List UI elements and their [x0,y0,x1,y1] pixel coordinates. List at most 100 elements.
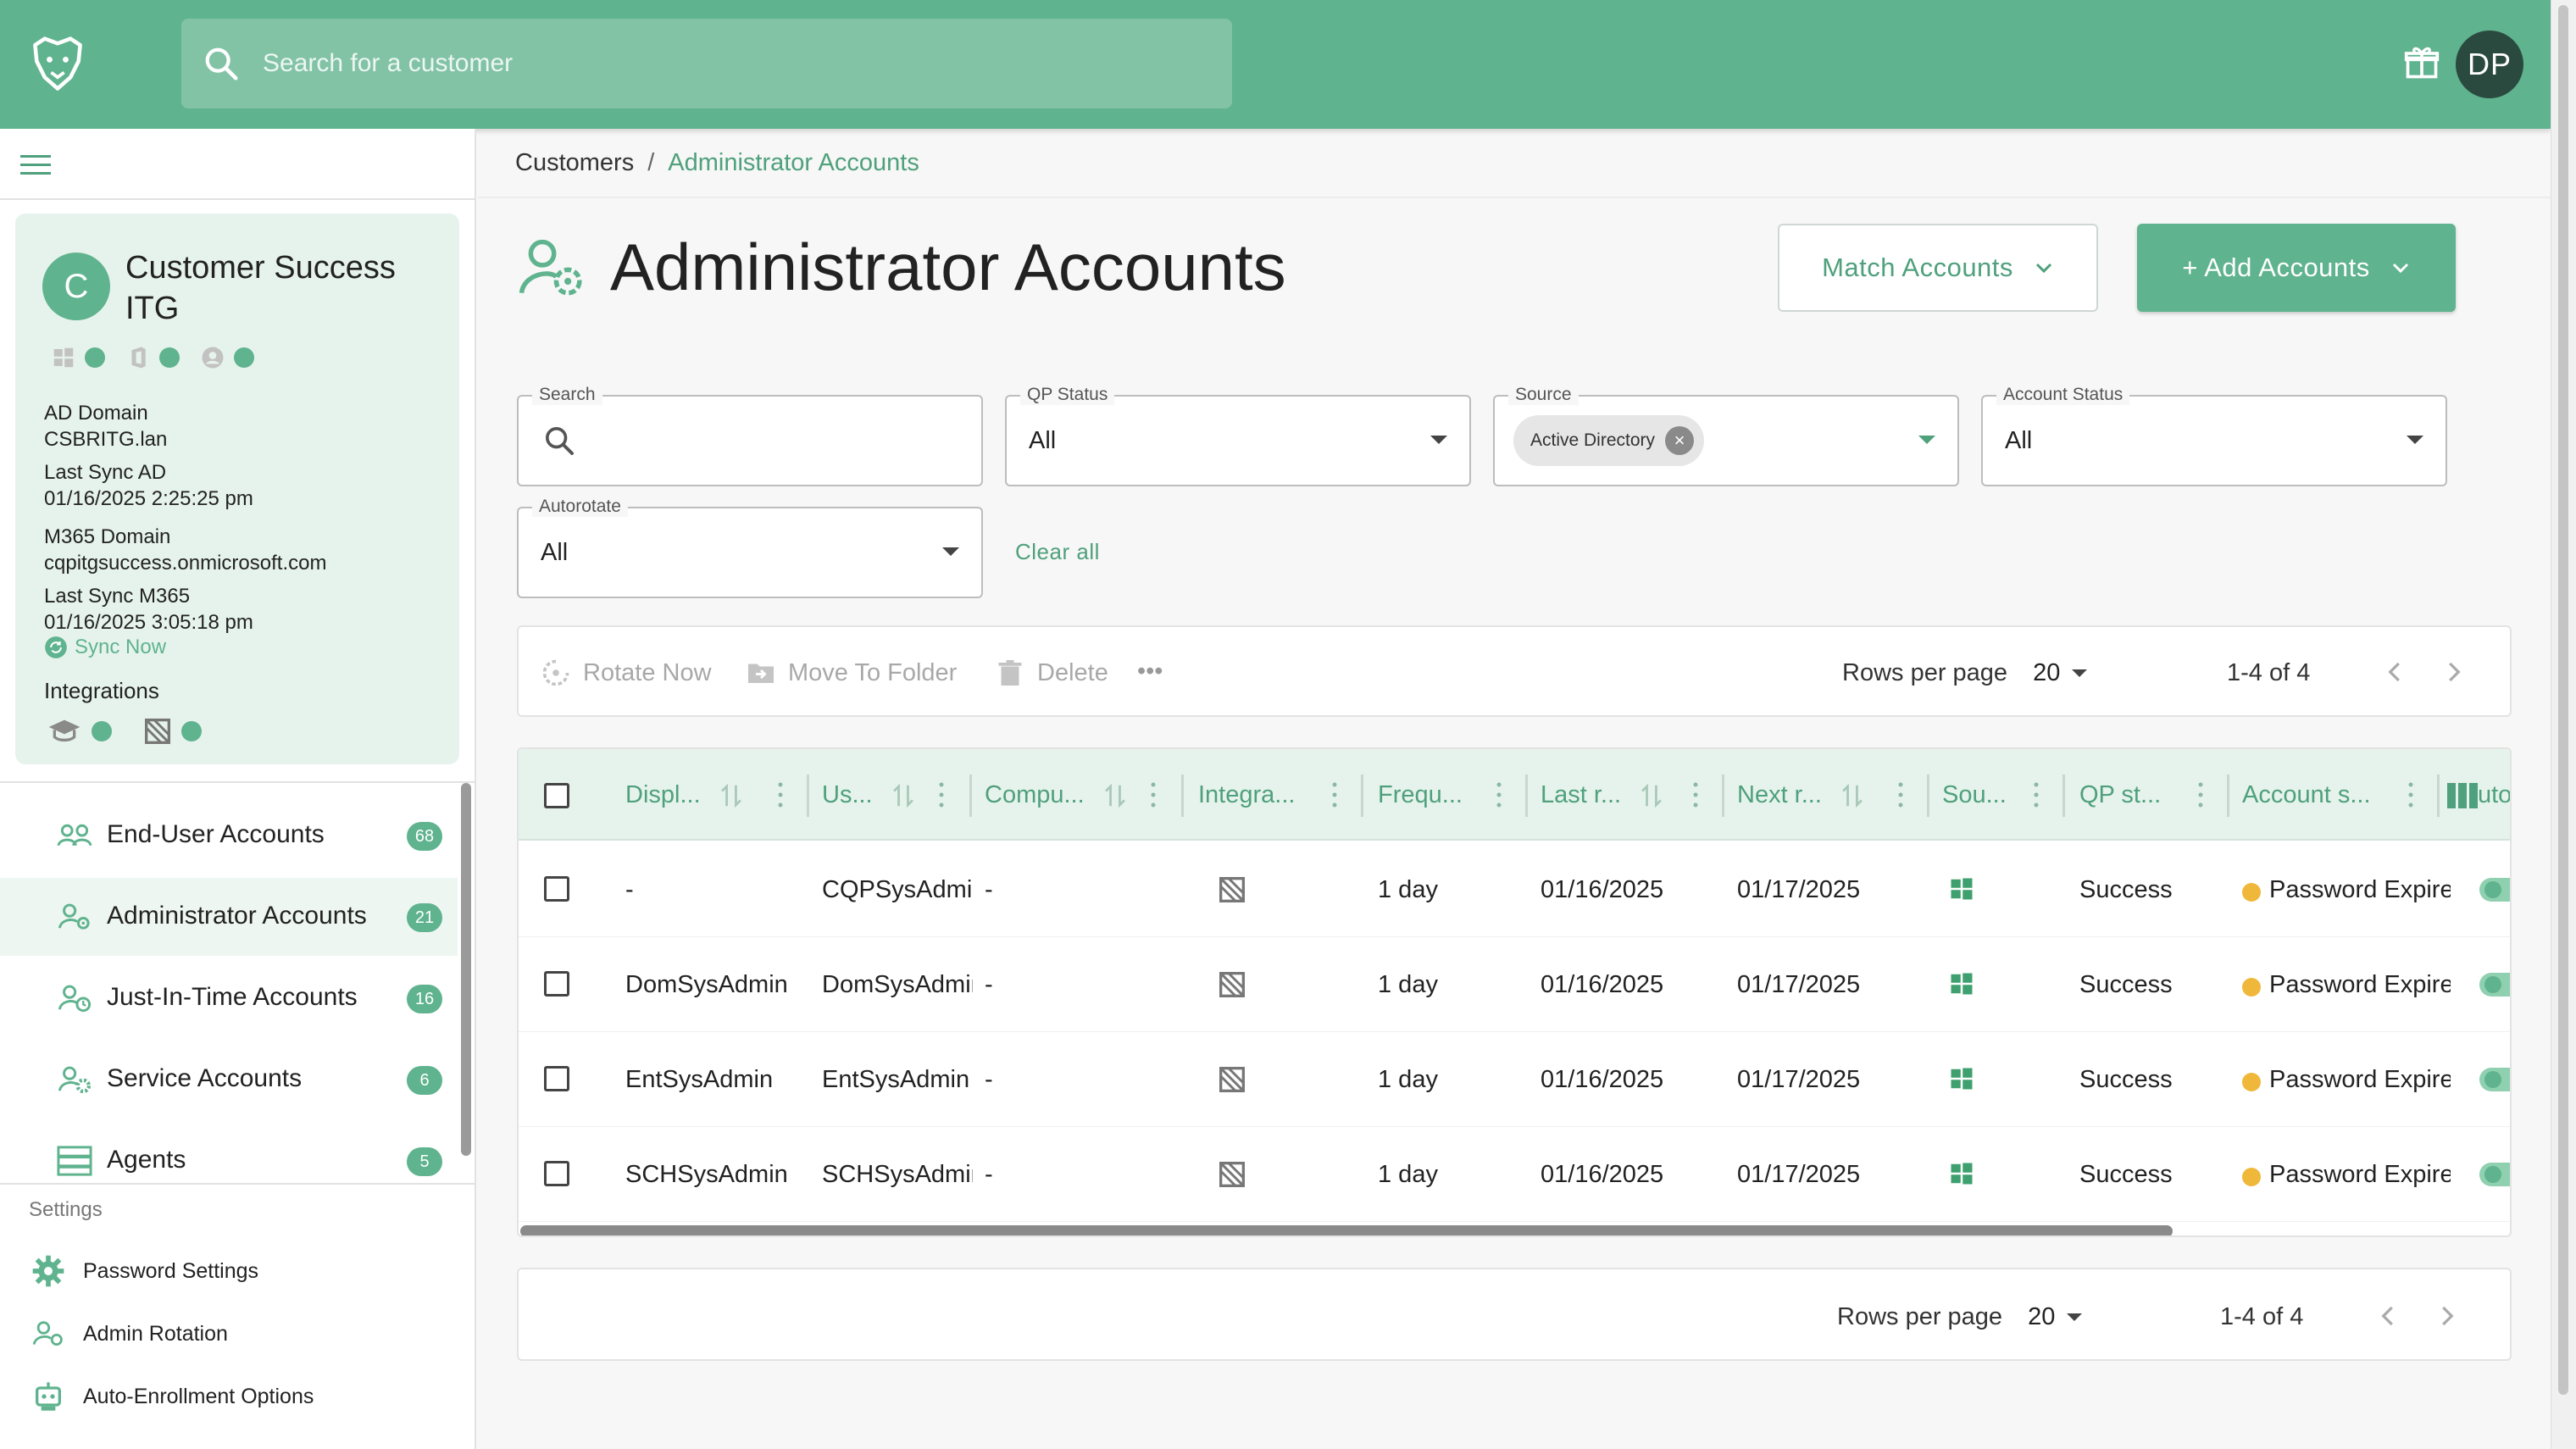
column-resize-handle[interactable] [1722,774,1724,817]
chip-remove-icon[interactable]: × [1665,426,1695,455]
settings-item-auto-enrollment-options[interactable]: Auto-Enrollment Options [0,1364,475,1427]
sync-now-button[interactable]: Sync Now [44,636,166,659]
search-field[interactable]: Search [517,385,983,486]
table-row[interactable]: EntSysAdmin EntSysAdmin - 1 day 01/16/20… [519,1032,2510,1127]
customer-name: Customer Success ITG [125,250,396,326]
row-checkbox[interactable] [544,876,569,902]
leopard-logo-icon[interactable] [25,32,90,97]
column-resize-handle[interactable] [1927,774,1929,817]
delete-button[interactable]: Delete [995,658,1108,688]
qp-status-select[interactable]: QP Status All [1005,385,1471,486]
column-menu-icon[interactable] [1496,780,1502,810]
column-menu-icon[interactable] [1693,780,1698,810]
nav-item-end-user-accounts[interactable]: End-User Accounts 68 [0,797,458,874]
page-scrollbar-thumb[interactable] [2558,5,2568,1395]
column-header-frequency[interactable]: Frequ... [1378,781,1463,809]
nav-item-administrator-accounts[interactable]: Administrator Accounts 21 [0,878,458,956]
divider [0,198,475,200]
autorotate-toggle[interactable] [2479,1068,2510,1091]
row-checkbox[interactable] [544,971,569,997]
source-select[interactable]: Source Active Directory × [1493,385,1959,486]
column-menu-icon[interactable] [1332,780,1337,810]
move-to-folder-button[interactable]: Move To Folder [746,658,957,688]
nav-item-agents[interactable]: Agents 5 [0,1122,458,1200]
more-actions-button[interactable]: ••• [1137,658,1163,686]
table-horizontal-scrollbar[interactable] [520,1225,2173,1235]
column-resize-handle[interactable] [1361,774,1363,817]
autorotate-select[interactable]: Autorotate All [517,497,983,598]
cell-computer: - [985,1066,993,1093]
add-accounts-button[interactable]: + Add Accounts [2137,224,2456,312]
column-resize-handle[interactable] [1181,774,1184,817]
column-menu-icon[interactable] [2408,780,2413,810]
column-header-account-status[interactable]: Account s... [2242,781,2371,809]
user-avatar[interactable]: DP [2456,31,2523,98]
sort-icon[interactable] [1840,783,1864,808]
autorotate-toggle[interactable] [2479,1163,2510,1186]
select-all-checkbox[interactable] [544,783,569,808]
column-resize-handle[interactable] [1525,774,1528,817]
column-header-next-rotation[interactable]: Next r... [1737,781,1864,809]
column-resize-handle[interactable] [969,774,972,817]
customer-search-input[interactable]: Search for a customer [181,19,1232,108]
cell-account-status: Password Expired [2269,1161,2451,1188]
table-toolbar: Rotate Now Move To Folder Delete ••• Row… [517,625,2512,717]
column-header-last-rotation[interactable]: Last r... [1541,781,1663,809]
row-checkbox[interactable] [544,1066,569,1091]
account-status-select[interactable]: Account Status All [1981,385,2447,486]
count-badge: 16 [407,985,442,1013]
hamburger-icon[interactable] [19,153,53,178]
sidebar-scrollbar-thumb[interactable] [461,783,471,1156]
sort-icon[interactable] [1103,783,1127,808]
table-row[interactable]: - CQPSysAdmin - 1 day 01/16/2025 01/17/2… [519,842,2510,937]
autorotate-toggle[interactable] [2479,878,2510,902]
sort-icon[interactable] [891,783,915,808]
nav-item-just-in-time-accounts[interactable]: Just-In-Time Accounts 16 [0,959,458,1037]
column-header-label: Account s... [2242,781,2371,808]
gift-icon[interactable] [2403,44,2440,81]
column-menu-icon[interactable] [778,780,783,810]
column-resize-handle[interactable] [807,774,809,817]
chevron-left-icon[interactable] [2383,659,2408,685]
source-chip[interactable]: Active Directory × [1513,415,1705,466]
column-header-source[interactable]: Sou... [1942,781,2007,809]
chevron-right-icon[interactable] [2434,1303,2459,1329]
sort-icon[interactable] [719,783,743,808]
column-menu-icon[interactable] [939,780,944,810]
settings-item-password-settings[interactable]: Password Settings [0,1239,475,1302]
nav-item-service-accounts[interactable]: Service Accounts 6 [0,1041,458,1119]
table-row[interactable]: DomSysAdmin DomSysAdmin - 1 day 01/16/20… [519,937,2510,1032]
page-scrollbar[interactable] [2551,0,2576,1449]
column-header-username[interactable]: Us... [822,781,915,809]
chevron-right-icon[interactable] [2440,659,2466,685]
settings-item-admin-rotation[interactable]: Admin Rotation [0,1302,475,1364]
table-row[interactable]: SCHSysAdmin SCHSysAdmin - 1 day 01/16/20… [519,1127,2510,1222]
chevron-left-icon[interactable] [2376,1303,2401,1329]
breadcrumb-customers-link[interactable]: Customers [515,149,634,177]
sidebar-scrollbar[interactable] [458,783,473,1178]
last-sync-m365-value: 01/16/2025 3:05:18 pm [44,611,253,634]
column-resize-handle[interactable] [2437,774,2440,817]
column-menu-icon[interactable] [1151,780,1156,810]
rotate-now-button[interactable]: Rotate Now [541,658,712,688]
column-resize-handle[interactable] [2227,774,2229,817]
column-menu-icon[interactable] [2034,780,2039,810]
column-header-integration[interactable]: Integra... [1198,781,1295,809]
column-header-autorotate[interactable]: uto [2447,781,2510,809]
rows-per-page-select[interactable]: 20 [2028,1303,2083,1331]
column-header-computer[interactable]: Compu... [985,781,1127,809]
last-sync-ad-value: 01/16/2025 2:25:25 pm [44,487,253,510]
column-header-qp-status[interactable]: QP st... [2079,781,2161,809]
column-resize-handle[interactable] [2062,774,2065,817]
row-checkbox[interactable] [544,1161,569,1186]
clear-all-button[interactable]: Clear all [1015,539,1100,565]
rows-per-page-select[interactable]: 20 [2033,659,2088,687]
autorotate-toggle[interactable] [2479,973,2510,997]
integration-icon [1219,1067,1245,1092]
column-menu-icon[interactable] [2198,780,2203,810]
column-header-display-name[interactable]: Displ... [625,781,743,809]
sort-icon[interactable] [1640,783,1663,808]
column-menu-icon[interactable] [1898,780,1903,810]
column-header-label: Us... [822,781,873,808]
match-accounts-button[interactable]: Match Accounts [1778,224,2098,312]
